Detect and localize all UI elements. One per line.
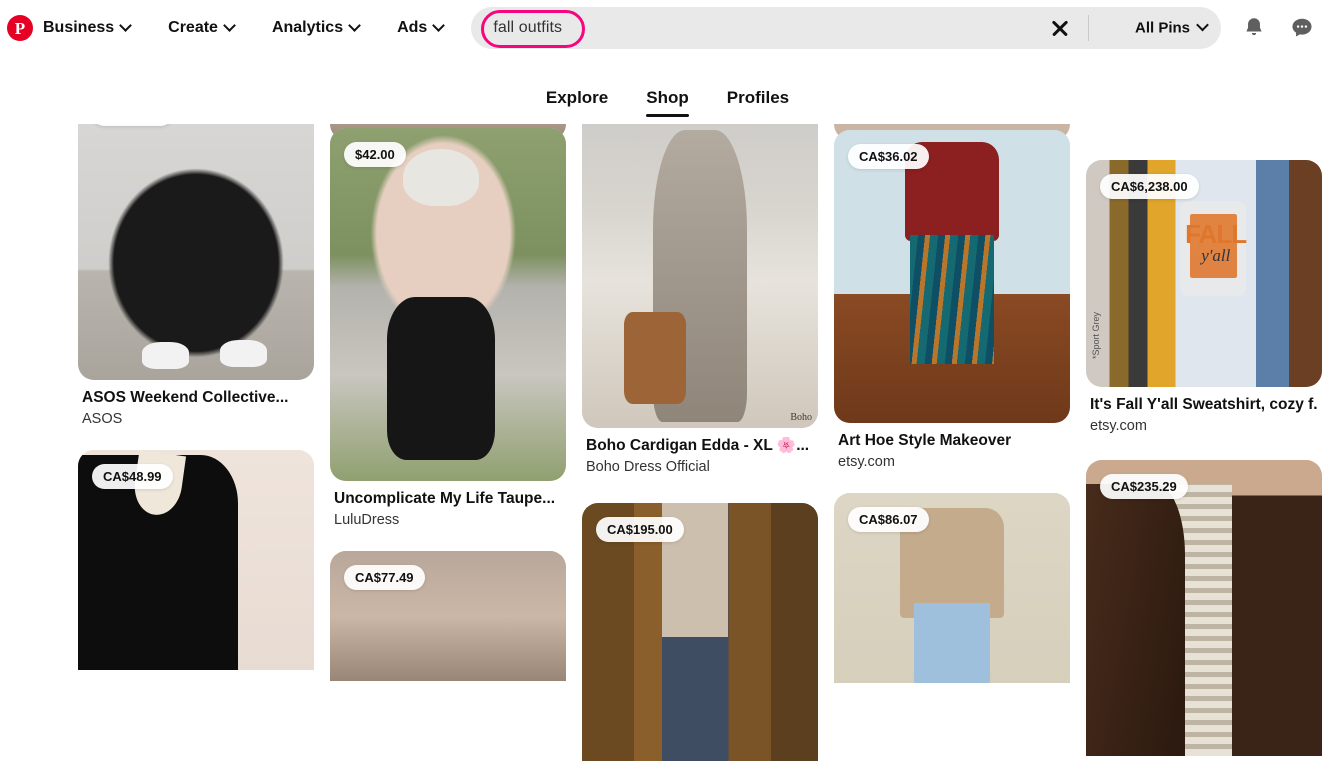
- price-badge: CA$235.29: [1100, 474, 1188, 499]
- price-badge: CA$36.02: [848, 144, 929, 169]
- sweatshirt-graphic-script: y'all: [1190, 246, 1242, 266]
- clear-search-icon[interactable]: [1049, 17, 1071, 39]
- price-badge: CA$48.99: [92, 464, 173, 489]
- pin-card[interactable]: CA$48.99: [78, 450, 314, 670]
- pin-title: It's Fall Y'all Sweatshirt, cozy f...: [1090, 396, 1318, 415]
- pin-source: etsy.com: [1090, 418, 1318, 435]
- pin-source: Boho Dress Official: [586, 459, 814, 476]
- search-result-tabs: Explore Shop Profiles: [0, 56, 1335, 124]
- price-badge: CA$77.49: [344, 565, 425, 590]
- pin-source: etsy.com: [838, 454, 1066, 471]
- pin-image[interactable]: CA$36.02: [834, 130, 1070, 423]
- pin-image[interactable]: CA$48.99: [78, 450, 314, 670]
- price-badge: CA$6,238.00: [1100, 174, 1199, 199]
- chevron-down-icon: [348, 19, 361, 32]
- price-badge: CA$195.00: [596, 517, 684, 542]
- pin-image[interactable]: CA$195.00: [582, 503, 818, 761]
- pin-image[interactable]: CA$235.29: [1086, 460, 1322, 756]
- pin-image[interactable]: $42.00: [330, 128, 566, 481]
- nav-item-analytics-label: Analytics: [272, 19, 343, 37]
- chevron-down-icon: [432, 19, 445, 32]
- pin-masonry-grid: Revolve.com CA$49.30 ASOS Weekend Collec…: [0, 124, 1335, 777]
- pinterest-logo-glyph: P: [15, 20, 25, 37]
- search-input[interactable]: fall outfits: [471, 7, 1221, 49]
- pin-meta: Art Hoe Style Makeover etsy.com: [834, 423, 1070, 471]
- top-navigation-bar: P Business Create Analytics Ads fall out…: [0, 0, 1335, 56]
- grid-column-5: FALL y'all *Sport Grey CA$6,238.00 It's …: [1086, 160, 1322, 777]
- pin-image[interactable]: Boho: [582, 124, 818, 428]
- tab-shop-label: Shop: [646, 88, 689, 107]
- pin-image[interactable]: CA$77.49: [330, 551, 566, 681]
- tab-profiles-label: Profiles: [727, 88, 789, 107]
- tab-shop[interactable]: Shop: [646, 88, 689, 117]
- chevron-down-icon: [1196, 19, 1209, 32]
- pin-card[interactable]: CA$77.49: [330, 551, 566, 681]
- header-icon-group: [1241, 15, 1315, 41]
- pin-meta: Uncomplicate My Life Taupe... LuluDress: [330, 481, 566, 529]
- pin-meta: It's Fall Y'all Sweatshirt, cozy f... et…: [1086, 387, 1322, 435]
- all-pins-filter-button[interactable]: All Pins: [1135, 20, 1207, 37]
- pin-title: Uncomplicate My Life Taupe...: [334, 490, 562, 509]
- nav-item-analytics[interactable]: Analytics: [262, 13, 369, 43]
- pin-card[interactable]: $42.00 Uncomplicate My Life Taupe... Lul…: [330, 128, 566, 529]
- pin-watermark: Boho: [790, 412, 812, 423]
- grid-column-2: Ladies Leopard Cardigan Bellies In Bloom…: [330, 124, 566, 703]
- nav-item-business[interactable]: Business: [33, 13, 140, 43]
- grid-column-4: Lizzie Knitted Turtleneck Crop... CoVogu…: [834, 124, 1070, 705]
- pin-source: LuluDress: [334, 512, 562, 529]
- pin-image-art: [330, 128, 566, 481]
- pin-image[interactable]: CA$49.30: [78, 124, 314, 380]
- pin-image-art: [582, 124, 818, 428]
- pin-card[interactable]: CA$195.00: [582, 503, 818, 761]
- pin-title: Boho Cardigan Edda - XL 🌸...: [586, 437, 814, 456]
- nav-item-create-label: Create: [168, 19, 218, 37]
- price-badge: $42.00: [344, 142, 406, 167]
- pin-image[interactable]: FALL y'all *Sport Grey CA$6,238.00: [1086, 160, 1322, 387]
- all-pins-filter-label: All Pins: [1135, 20, 1190, 37]
- messages-chat-icon[interactable]: [1289, 15, 1315, 41]
- pin-image-art: [78, 124, 314, 380]
- sport-grey-label: *Sport Grey: [1091, 312, 1101, 359]
- notifications-bell-icon[interactable]: [1241, 15, 1267, 41]
- chevron-down-icon: [223, 19, 236, 32]
- pin-image-art: [1086, 460, 1322, 756]
- pin-meta: ASOS Weekend Collective... ASOS: [78, 380, 314, 428]
- pin-image-art: [834, 130, 1070, 423]
- nav-item-ads-label: Ads: [397, 19, 427, 37]
- nav-item-ads[interactable]: Ads: [387, 13, 453, 43]
- pin-card[interactable]: Boho Boho Cardigan Edda - XL 🌸... Boho D…: [582, 124, 818, 476]
- pinterest-logo-icon[interactable]: P: [7, 15, 33, 41]
- price-badge: CA$86.07: [848, 507, 929, 532]
- pin-card[interactable]: CA$49.30 ASOS Weekend Collective... ASOS: [78, 124, 314, 428]
- pin-title: ASOS Weekend Collective...: [82, 389, 310, 408]
- search-input-value: fall outfits: [493, 19, 562, 37]
- pin-card[interactable]: FALL y'all *Sport Grey CA$6,238.00 It's …: [1086, 160, 1322, 435]
- grid-column-1: Revolve.com CA$49.30 ASOS Weekend Collec…: [78, 124, 314, 692]
- chevron-down-icon: [119, 19, 132, 32]
- pin-image[interactable]: CA$86.07: [834, 493, 1070, 683]
- tab-explore[interactable]: Explore: [546, 88, 608, 117]
- tab-profiles[interactable]: Profiles: [727, 88, 789, 117]
- search-divider: [1088, 15, 1089, 41]
- nav-item-create[interactable]: Create: [158, 13, 244, 43]
- pin-source: ASOS: [82, 411, 310, 428]
- grid-column-3: Boho Boho Cardigan Edda - XL 🌸... Boho D…: [582, 124, 818, 777]
- search-area: fall outfits All Pins: [471, 7, 1221, 49]
- pin-card[interactable]: CA$86.07: [834, 493, 1070, 683]
- pin-title: Art Hoe Style Makeover: [838, 432, 1066, 451]
- pin-card[interactable]: CA$235.29: [1086, 460, 1322, 756]
- pin-meta: Boho Cardigan Edda - XL 🌸... Boho Dress …: [582, 428, 818, 476]
- tab-explore-label: Explore: [546, 88, 608, 107]
- pin-card[interactable]: CA$36.02 Art Hoe Style Makeover etsy.com: [834, 130, 1070, 471]
- nav-item-business-label: Business: [43, 19, 114, 37]
